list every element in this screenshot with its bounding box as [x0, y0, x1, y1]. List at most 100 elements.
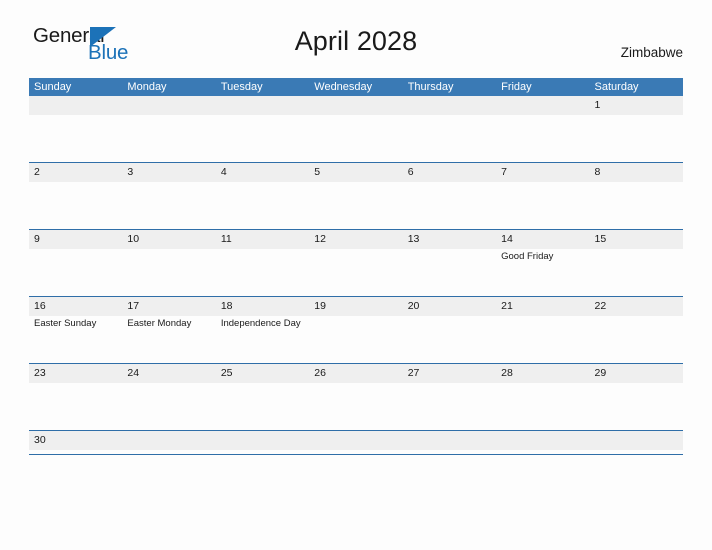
weekday-header-saturday: Saturday [594, 81, 639, 93]
day-number[interactable]: 22 [590, 297, 683, 316]
day-events-cell [590, 383, 683, 429]
week-date-band: 23 24 25 26 27 28 29 [29, 364, 683, 383]
calendar-week-row: 30 [29, 431, 683, 455]
day-number[interactable]: 23 [29, 364, 122, 383]
day-number[interactable]: 30 [29, 431, 122, 450]
holiday-event-label: Easter Monday [127, 318, 192, 329]
day-number-empty [216, 96, 309, 115]
weekday-header-friday: Friday [501, 81, 532, 93]
day-number[interactable]: 29 [590, 364, 683, 383]
day-events-cell [29, 115, 122, 161]
day-number[interactable]: 25 [216, 364, 309, 383]
day-events-cell [309, 383, 402, 429]
day-number-empty [122, 431, 215, 450]
week-date-band: 2345678 [29, 163, 683, 182]
weekday-header-row: Sunday Monday Tuesday Wednesday Thursday… [29, 78, 683, 96]
day-number[interactable]: 2 [29, 163, 122, 182]
day-events-cell [309, 316, 402, 362]
day-number-empty [496, 431, 589, 450]
day-events-cell [29, 182, 122, 228]
day-events-cell [496, 316, 589, 362]
day-events-cell [403, 249, 496, 295]
holiday-event-label: Good Friday [501, 251, 554, 262]
calendar-weeks: 1 2 3 4 5 6 7 8 9 10 11 12 13 14 15 Good Friday 16 17 18 19… [29, 96, 683, 455]
calendar-grid: Sunday Monday Tuesday Wednesday Thursday… [29, 78, 683, 455]
day-number[interactable]: 11 [216, 230, 309, 249]
day-number[interactable]: 28 [496, 364, 589, 383]
weekday-header-tuesday: Tuesday [220, 81, 263, 93]
week-events-row [29, 182, 683, 228]
day-events-cell [590, 316, 683, 362]
day-number[interactable]: 12 [309, 230, 402, 249]
weekday-header-sunday: Sunday [34, 81, 72, 93]
day-number[interactable]: 5 [309, 163, 402, 182]
day-events-cell: Independence Day [216, 316, 309, 362]
day-number[interactable]: 4 [216, 163, 309, 182]
page-header: General Blue April 2028 Zimbabwe [0, 0, 712, 62]
country-label: Zimbabwe [620, 45, 683, 60]
day-number[interactable]: 15 [590, 230, 683, 249]
day-events-cell [496, 182, 589, 228]
day-number[interactable]: 8 [590, 163, 683, 182]
day-events-cell [496, 383, 589, 429]
day-events-cell [122, 182, 215, 228]
week-events-row: Good Friday [29, 249, 683, 295]
day-number-empty [122, 96, 215, 115]
day-number[interactable]: 3 [122, 163, 215, 182]
day-number[interactable]: 1 [590, 96, 683, 115]
page-title: April 2028 [294, 26, 418, 56]
day-number[interactable]: 21 [496, 297, 589, 316]
day-events-cell [216, 383, 309, 429]
weekday-header-wednesday: Wednesday [314, 81, 373, 93]
day-number[interactable]: 17 [122, 297, 215, 316]
day-number[interactable]: 6 [403, 163, 496, 182]
day-number[interactable]: 10 [122, 230, 215, 249]
day-events-cell [216, 249, 309, 295]
holiday-event-label: Easter Sunday [34, 318, 97, 329]
weekday-header-monday: Monday [127, 81, 167, 93]
day-number[interactable]: 27 [403, 364, 496, 383]
calendar-week-row: 23 24 25 26 27 28 29 [29, 364, 683, 431]
day-number[interactable]: 26 [309, 364, 402, 383]
day-number[interactable]: 13 [403, 230, 496, 249]
week-date-band: 30 [29, 431, 683, 450]
day-events-cell [122, 249, 215, 295]
day-number-empty [216, 431, 309, 450]
week-events-row: Easter Sunday Easter Monday Independence D… [29, 316, 683, 362]
day-number[interactable]: 16 [29, 297, 122, 316]
day-number-empty [590, 431, 683, 450]
day-number-empty [309, 96, 402, 115]
day-events-cell [309, 182, 402, 228]
day-events-cell [29, 249, 122, 295]
day-events-cell [403, 115, 496, 161]
day-events-cell [122, 115, 215, 161]
day-number[interactable]: 24 [122, 364, 215, 383]
day-number[interactable]: 18 [216, 297, 309, 316]
week-date-band: 1 [29, 96, 683, 115]
day-number[interactable]: 14 [496, 230, 589, 249]
day-number[interactable]: 7 [496, 163, 589, 182]
week-date-band: 9 10 11 12 13 14 15 [29, 230, 683, 249]
day-events-cell [590, 115, 683, 161]
day-events-cell [122, 383, 215, 429]
day-events-cell [496, 115, 589, 161]
day-number[interactable]: 20 [403, 297, 496, 316]
week-events-row [29, 383, 683, 429]
calendar-week-row: 9 10 11 12 13 14 15 Good Friday [29, 230, 683, 297]
day-number-empty [29, 96, 122, 115]
day-number[interactable]: 19 [309, 297, 402, 316]
day-number[interactable]: 9 [29, 230, 122, 249]
day-events-cell: Easter Sunday [29, 316, 122, 362]
weekday-header-thursday: Thursday [407, 81, 454, 93]
day-events-cell [403, 182, 496, 228]
day-events-cell: Easter Monday [122, 316, 215, 362]
day-number-empty [403, 431, 496, 450]
day-number-empty [496, 96, 589, 115]
day-events-cell [216, 115, 309, 161]
day-events-cell [309, 115, 402, 161]
day-events-cell [309, 249, 402, 295]
week-date-band: 16 17 18 19 20 21 22 [29, 297, 683, 316]
day-number-empty [309, 431, 402, 450]
day-events-cell [403, 383, 496, 429]
day-events-cell [590, 182, 683, 228]
